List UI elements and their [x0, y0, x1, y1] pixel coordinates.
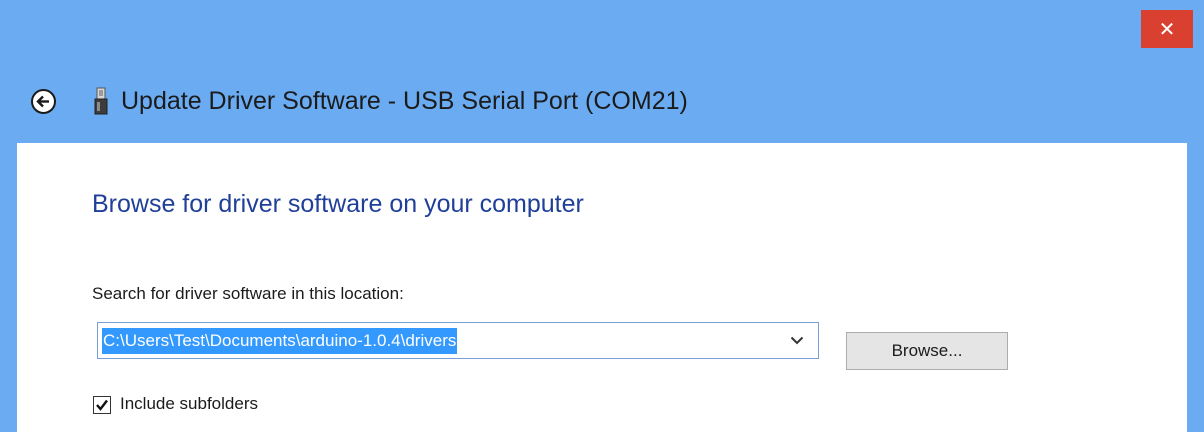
window-title: Update Driver Software - USB Serial Port…	[121, 87, 688, 115]
close-button[interactable]: ✕	[1141, 10, 1193, 48]
driver-path-value[interactable]: C:\Users\Test\Documents\arduino-1.0.4\dr…	[102, 328, 458, 354]
search-location-label: Search for driver software in this locat…	[92, 284, 404, 303]
update-driver-window: ✕ Update Driver Software - USB Serial Po…	[0, 0, 1204, 432]
chevron-down-icon	[790, 336, 804, 345]
usb-device-icon	[94, 87, 108, 115]
checkmark-icon	[96, 399, 108, 411]
include-subfolders-label[interactable]: Include subfolders	[120, 392, 258, 416]
close-icon: ✕	[1158, 17, 1176, 41]
page-heading: Browse for driver software on your compu…	[92, 190, 584, 218]
include-subfolders-checkbox[interactable]	[93, 396, 111, 414]
back-button[interactable]	[30, 88, 57, 115]
driver-path-combobox[interactable]: C:\Users\Test\Documents\arduino-1.0.4\dr…	[97, 322, 819, 359]
back-arrow-icon	[31, 89, 56, 114]
dialog-content: Browse for driver software on your compu…	[17, 143, 1187, 432]
dropdown-toggle[interactable]	[788, 323, 806, 358]
browse-button[interactable]: Browse...	[846, 332, 1008, 370]
